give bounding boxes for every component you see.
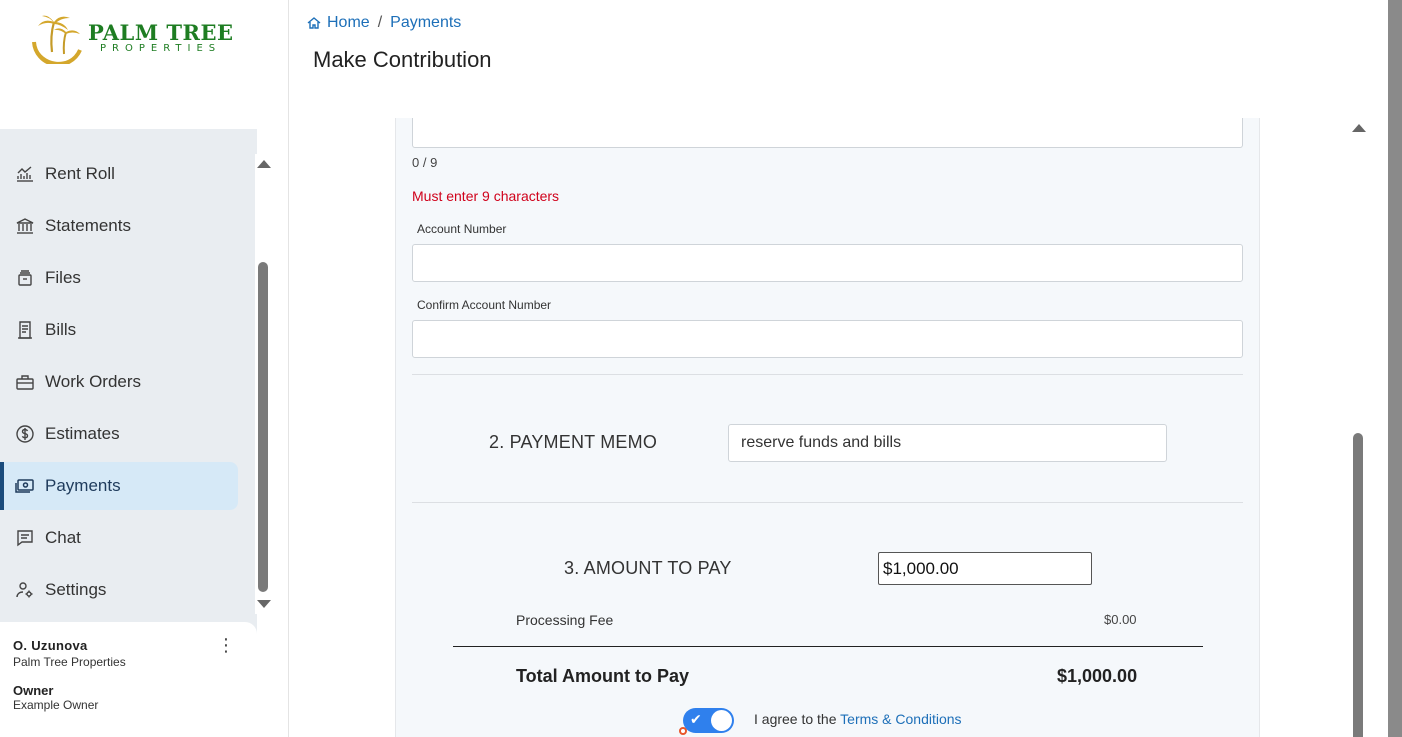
breadcrumb-payments[interactable]: Payments (390, 14, 461, 32)
sidebar-item-label: Rent Roll (45, 164, 115, 183)
confirm-account-number-label: Confirm Account Number (417, 298, 552, 312)
more-options-icon[interactable]: ⋮ (217, 636, 235, 654)
money-icon (15, 476, 35, 496)
sidebar-item-label: Work Orders (45, 372, 142, 391)
sidebar-scroll-thumb[interactable] (258, 262, 268, 592)
char-counter: 0 / 9 (412, 155, 438, 170)
palm-tree-logo-icon (32, 15, 82, 64)
routing-number-field[interactable] (412, 118, 1243, 148)
required-indicator-icon (679, 727, 687, 735)
breadcrumb-separator: / (377, 14, 383, 31)
terms-conditions-link[interactable]: Terms & Conditions (840, 711, 961, 727)
agree-terms-toggle[interactable]: ✔ (679, 708, 734, 735)
sidebar-item-payments[interactable]: Payments (0, 462, 238, 510)
contribution-form: 0 / 9 Must enter 9 characters Account Nu… (395, 118, 1260, 737)
payment-memo-input[interactable]: reserve funds and bills (728, 424, 1167, 462)
total-label: Total Amount to Pay (516, 666, 689, 686)
logo-subtitle: PROPERTIES (100, 43, 222, 54)
sidebar: PALM TREE PROPERTIES Rent Roll Statement… (0, 0, 257, 737)
sidebar-item-label: Statements (45, 216, 131, 235)
home-icon[interactable] (306, 15, 322, 31)
page-title: Make Contribution (313, 47, 492, 72)
section-divider (412, 374, 1243, 375)
user-settings-icon (15, 580, 35, 600)
content-divider (288, 0, 289, 737)
sidebar-item-work-orders[interactable]: Work Orders (0, 358, 238, 406)
sidebar-item-label: Payments (45, 476, 121, 495)
amount-input[interactable]: $1,000.00 (878, 552, 1092, 585)
agree-terms-text: I agree to the Terms & Conditions (754, 711, 962, 727)
sidebar-item-chat[interactable]: Chat (0, 514, 238, 562)
check-icon: ✔ (690, 711, 702, 727)
files-icon (15, 268, 35, 288)
processing-fee-value: $0.00 (1104, 612, 1137, 627)
sidebar-item-rent-roll[interactable]: Rent Roll (0, 150, 238, 198)
account-number-field[interactable] (412, 244, 1243, 282)
sidebar-item-label: Bills (45, 320, 77, 339)
breadcrumb: Home / Payments (306, 14, 461, 32)
toolbox-icon (15, 372, 35, 392)
validation-error: Must enter 9 characters (412, 188, 560, 204)
receipt-icon (15, 320, 35, 340)
sidebar-item-label: Chat (45, 528, 81, 547)
sidebar-item-estimates[interactable]: Estimates (0, 410, 238, 458)
confirm-account-number-field[interactable] (412, 320, 1243, 358)
total-divider (453, 646, 1203, 647)
user-org: Palm Tree Properties (13, 655, 126, 669)
amount-to-pay-heading: 3. AMOUNT TO PAY (564, 558, 732, 578)
sidebar-scrollbar[interactable] (255, 154, 273, 614)
account-number-label: Account Number (417, 222, 507, 236)
scroll-up-arrow-icon[interactable] (1352, 124, 1366, 132)
scroll-down-arrow-icon[interactable] (257, 600, 271, 608)
user-card: O. Uzunova Palm Tree Properties Owner Ex… (0, 622, 257, 737)
breadcrumb-home[interactable]: Home (327, 14, 370, 32)
bank-icon (15, 216, 35, 236)
agree-label: I agree to the (754, 711, 837, 727)
content-scroll-thumb[interactable] (1353, 433, 1363, 737)
dollar-circle-icon (15, 424, 35, 444)
sidebar-item-label: Settings (45, 580, 107, 599)
sidebar-item-settings[interactable]: Settings (0, 566, 238, 614)
logo-area: PALM TREE PROPERTIES (0, 0, 257, 129)
sidebar-item-label: Files (45, 268, 81, 287)
window-scrollbar[interactable] (1388, 0, 1402, 737)
scroll-up-arrow-icon[interactable] (257, 160, 271, 168)
sidebar-item-label: Estimates (45, 424, 120, 443)
chart-line-icon (15, 164, 35, 184)
user-role: Owner (13, 683, 54, 698)
sidebar-item-statements[interactable]: Statements (0, 202, 238, 250)
sidebar-item-bills[interactable]: Bills (0, 306, 238, 354)
content-scrollbar[interactable] (1350, 118, 1368, 737)
total-value: $1,000.00 (1057, 666, 1138, 686)
section-divider (412, 502, 1243, 503)
chat-icon (15, 528, 35, 548)
payment-memo-heading: 2. PAYMENT MEMO (489, 432, 658, 452)
sidebar-item-files[interactable]: Files (0, 254, 238, 302)
processing-fee-label: Processing Fee (516, 612, 614, 628)
user-name: O. Uzunova (13, 638, 88, 653)
company-logo[interactable]: PALM TREE PROPERTIES (30, 12, 234, 68)
toggle-knob (711, 710, 732, 731)
logo-title: PALM TREE (88, 20, 234, 45)
user-role-sub: Example Owner (13, 698, 99, 712)
